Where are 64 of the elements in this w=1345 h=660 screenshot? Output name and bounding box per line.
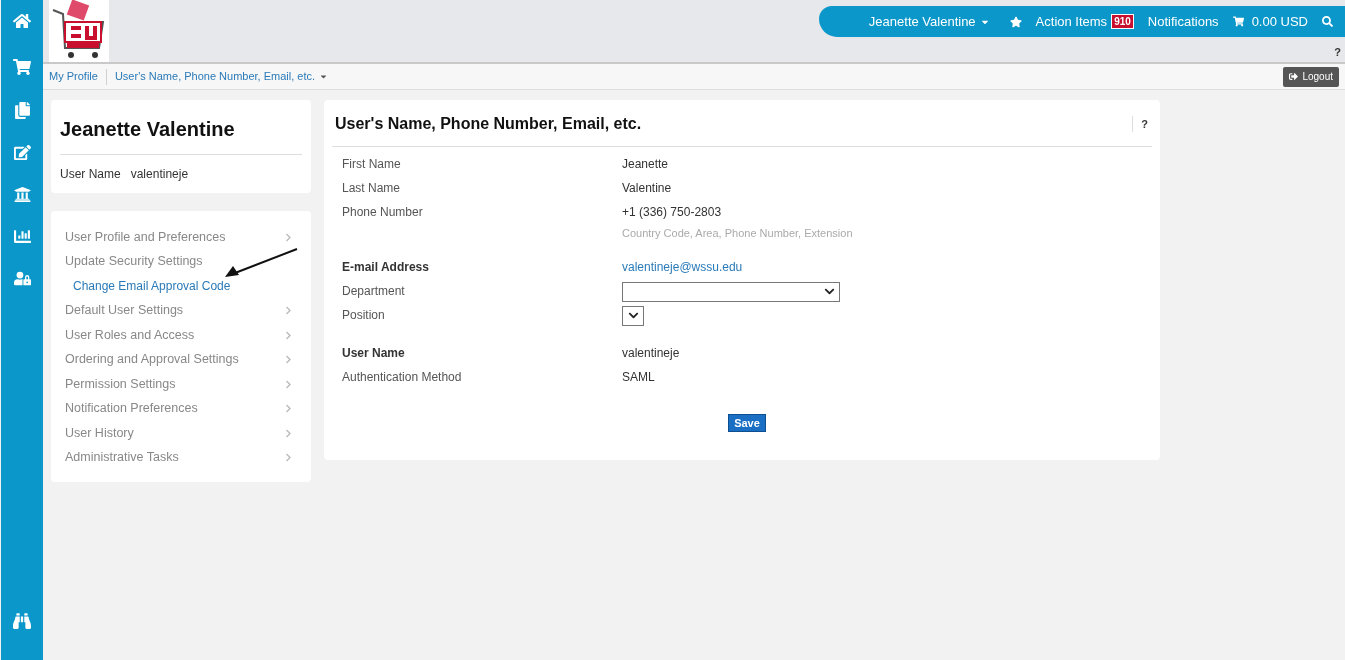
field-value: Jeanette bbox=[622, 156, 670, 173]
action-count-badge: 910 bbox=[1111, 14, 1134, 29]
chevron-right-icon bbox=[284, 453, 293, 463]
chevron-down-icon bbox=[627, 310, 639, 321]
field-label: First Name bbox=[342, 156, 402, 173]
bank-icon[interactable] bbox=[13, 186, 31, 203]
chevron-right-icon bbox=[284, 379, 293, 389]
menu-item[interactable]: Permission Settings bbox=[65, 372, 297, 397]
department-select[interactable] bbox=[622, 281, 840, 302]
caret-icon[interactable] bbox=[319, 72, 329, 81]
profile-name: Jeanette Valentine bbox=[60, 114, 302, 155]
field-label: E-mail Address bbox=[342, 258, 430, 276]
cart-icon[interactable] bbox=[13, 58, 31, 76]
field-value: Valentine bbox=[622, 180, 673, 197]
field-label: Position bbox=[342, 306, 386, 324]
username-value: valentineje bbox=[130, 166, 189, 183]
menu-item[interactable]: Update Security Settings bbox=[65, 249, 297, 274]
logout-icon bbox=[1289, 72, 1299, 81]
documents-icon[interactable] bbox=[13, 102, 31, 119]
chevron-right-icon bbox=[284, 232, 293, 242]
field-label: Last Name bbox=[342, 180, 402, 197]
home-icon[interactable] bbox=[13, 12, 31, 30]
chevron-right-icon bbox=[284, 428, 293, 438]
bar-chart-icon[interactable] bbox=[13, 228, 31, 245]
position-select[interactable] bbox=[622, 305, 644, 326]
field-label: Department bbox=[342, 282, 406, 300]
chevron-right-icon bbox=[284, 306, 293, 316]
menu-item[interactable]: Ordering and Approval Settings bbox=[65, 347, 297, 372]
menu-item[interactable]: User History bbox=[65, 421, 297, 446]
submenu-item[interactable]: Change Email Approval Code bbox=[65, 274, 297, 299]
chevron-right-icon bbox=[284, 330, 293, 340]
help-button[interactable]: ? bbox=[1132, 115, 1148, 133]
breadcrumb-link[interactable]: User's Name, Phone Number, Email, etc. bbox=[114, 68, 316, 85]
field-label: Phone Number bbox=[342, 204, 424, 221]
field-value: valentineje bbox=[622, 344, 681, 362]
star-icon[interactable] bbox=[1009, 15, 1022, 28]
binoculars-icon[interactable] bbox=[13, 612, 31, 630]
edit-icon[interactable] bbox=[13, 144, 31, 161]
field-value: SAML bbox=[622, 368, 656, 386]
breadcrumb-link[interactable]: My Profile bbox=[49, 68, 98, 85]
action-items-button[interactable]: Action Items bbox=[1035, 11, 1108, 32]
field-hint: Country Code, Area, Phone Number, Extension bbox=[622, 226, 854, 241]
cart-icon bbox=[1232, 16, 1244, 27]
help-button[interactable]: ? bbox=[1334, 44, 1341, 61]
email-link[interactable]: valentineje@wssu.edu bbox=[622, 257, 1152, 276]
menu-item[interactable]: User Profile and Preferences bbox=[65, 225, 297, 250]
form-title: User's Name, Phone Number, Email, etc. bbox=[334, 114, 642, 134]
search-icon[interactable] bbox=[1322, 16, 1333, 27]
field-label: User Name bbox=[342, 344, 406, 362]
cart-total-button[interactable]: 0.00 USD bbox=[1232, 11, 1308, 32]
save-button[interactable]: Save bbox=[728, 413, 766, 432]
menu-item[interactable]: Default User Settings bbox=[65, 298, 297, 323]
notifications-button[interactable]: Notifications bbox=[1147, 11, 1219, 32]
username-label: User Name bbox=[60, 166, 121, 183]
logout-button[interactable]: Logout bbox=[1283, 66, 1339, 87]
field-value: +1 (336) 750-2803 bbox=[622, 204, 723, 221]
menu-item[interactable]: Administrative Tasks bbox=[65, 445, 297, 470]
user-menu-button[interactable]: Jeanette Valentine bbox=[868, 11, 990, 32]
field-label: Authentication Method bbox=[342, 368, 463, 386]
menu-item[interactable]: User Roles and Access bbox=[65, 323, 297, 348]
chevron-right-icon bbox=[284, 404, 293, 414]
chevron-right-icon bbox=[284, 355, 293, 365]
chevron-down-icon bbox=[824, 286, 835, 297]
menu-item[interactable]: Notification Preferences bbox=[65, 396, 297, 421]
